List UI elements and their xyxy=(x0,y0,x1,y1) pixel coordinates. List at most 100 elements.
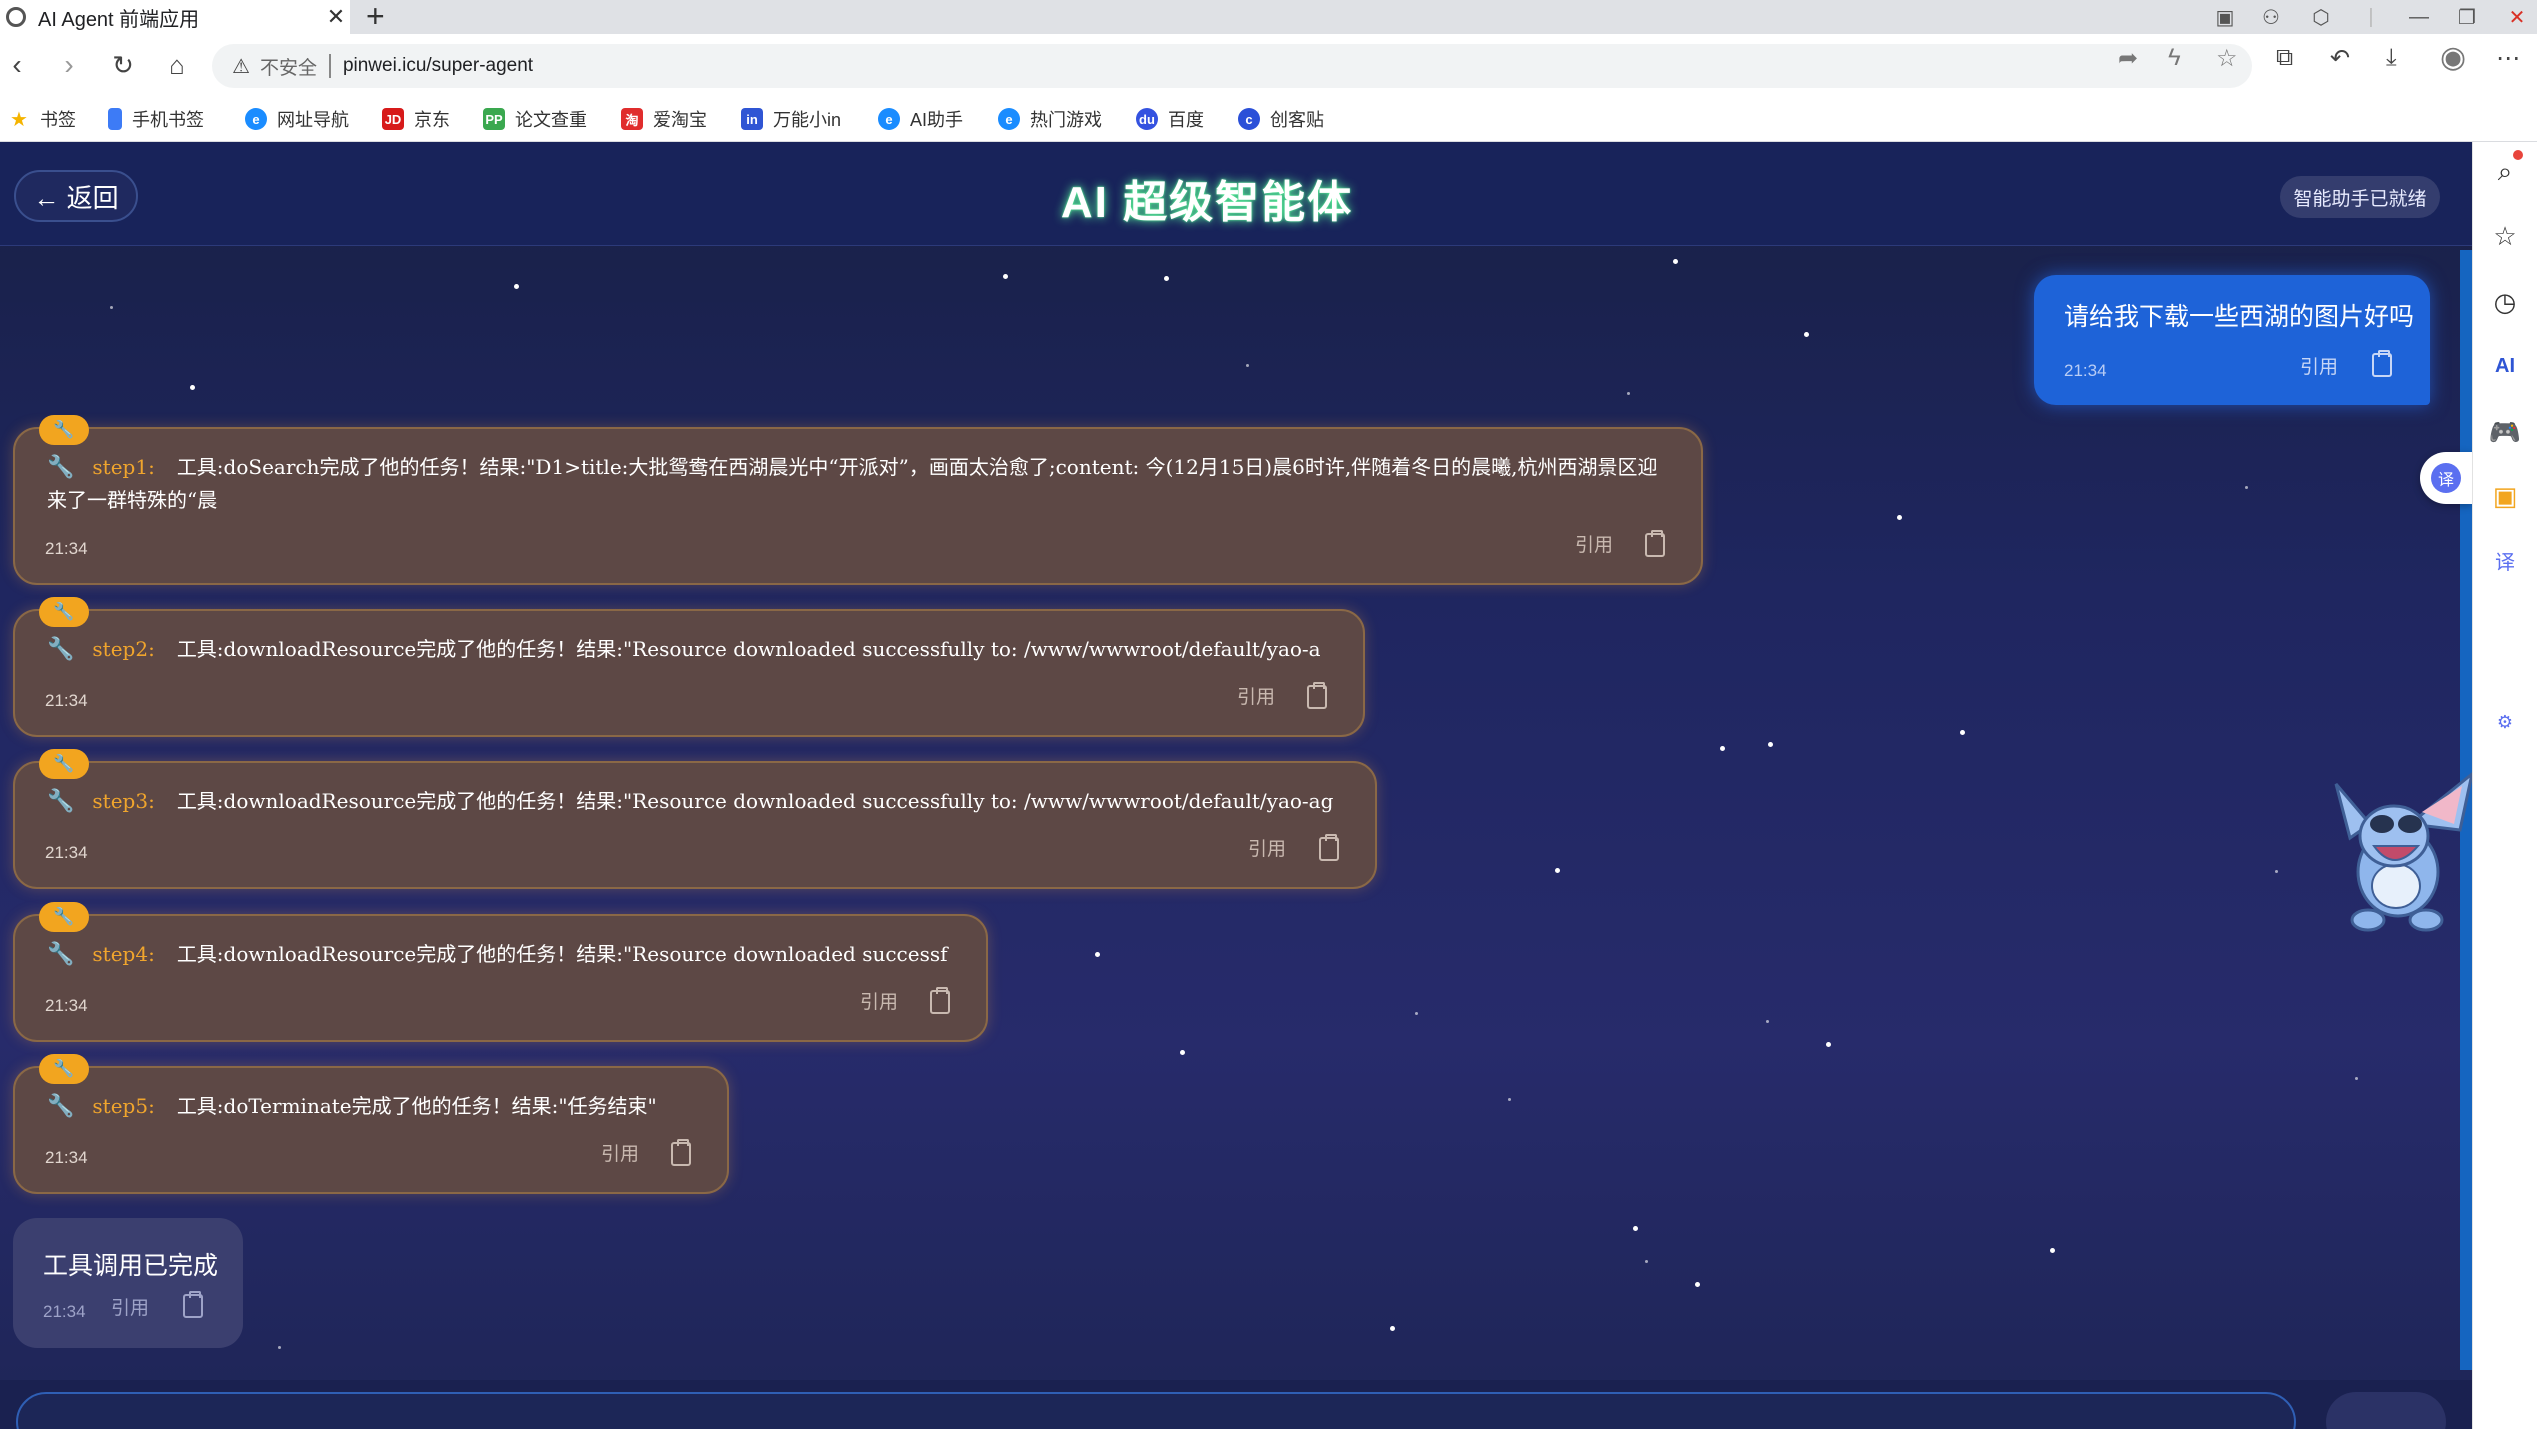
favorites-star-icon[interactable]: ☆ xyxy=(2485,216,2525,256)
ai-icon[interactable]: AI xyxy=(2485,346,2525,386)
mobile-bookmark-icon xyxy=(108,108,122,130)
message-time: 21:34 xyxy=(45,1148,88,1167)
bookmark-label: 网址导航 xyxy=(277,110,349,130)
bookmark-item[interactable]: PP 论文查重 xyxy=(483,104,587,134)
minimize-icon[interactable]: — xyxy=(2402,0,2436,34)
cite-button[interactable]: 引用 xyxy=(111,1293,149,1320)
copy-button[interactable] xyxy=(1319,834,1339,861)
incognito-icon[interactable]: ⚇ xyxy=(2256,0,2286,34)
address-url[interactable]: pinwei.icu/super-agent xyxy=(343,55,533,77)
bookmark-item[interactable]: 手机书签 xyxy=(108,104,204,134)
cite-button[interactable]: 引用 xyxy=(1575,530,1613,557)
step-label: step4: xyxy=(92,942,155,966)
lightning-icon[interactable]: ϟ xyxy=(2168,44,2181,72)
status-badge: 智能助手已就绪 xyxy=(2280,176,2440,218)
address-divider xyxy=(328,54,331,78)
wrench-icon: 🔧 xyxy=(39,902,89,932)
step-text: 工具:downloadResource完成了他的任务！结果:"Resource … xyxy=(176,942,948,966)
browser-tab-active[interactable]: AI Agent 前端应用 ✕ xyxy=(0,0,350,34)
bookmark-item[interactable]: e AI助手 xyxy=(878,104,963,134)
taobao-icon: 淘 xyxy=(621,108,643,130)
tab-close-icon[interactable]: ✕ xyxy=(322,4,350,30)
extensions-puzzle-icon[interactable]: ⧉ xyxy=(2276,44,2293,72)
clipboard-icon xyxy=(671,1139,691,1166)
app-header: ← 返回 AI 超级智能体 智能助手已就绪 xyxy=(0,142,2472,246)
copy-button[interactable] xyxy=(1307,682,1327,709)
step-text: 工具:downloadResource完成了他的任务！结果:"Resource … xyxy=(176,637,1321,661)
chat-input[interactable] xyxy=(16,1392,2296,1429)
cite-button[interactable]: 引用 xyxy=(860,987,898,1014)
address-bar[interactable]: ⚠ 不安全 pinwei.icu/super-agent xyxy=(212,44,2252,88)
share-icon[interactable]: ➦ xyxy=(2118,44,2138,73)
undo-icon[interactable]: ↶ xyxy=(2330,44,2350,73)
gamepad-icon[interactable]: 🎮 xyxy=(2485,412,2525,452)
wrench-icon: 🔧 xyxy=(39,415,89,445)
mascot-sticker[interactable] xyxy=(2330,754,2472,944)
chat-input-area xyxy=(0,1380,2472,1429)
bookmark-item[interactable]: ★ 书签 xyxy=(8,104,76,134)
extensions-icon[interactable]: ⬡ xyxy=(2306,0,2336,34)
bookmark-item[interactable]: in 万能小in xyxy=(741,104,841,134)
more-menu-icon[interactable]: ⋯ xyxy=(2496,44,2520,73)
restore-icon[interactable]: ❐ xyxy=(2450,0,2484,34)
clipboard-icon xyxy=(1307,682,1327,709)
star-decoration xyxy=(2275,870,2278,873)
bookmark-label: 手机书签 xyxy=(132,110,204,130)
reload-icon[interactable]: ↻ xyxy=(106,48,140,82)
back-nav-icon[interactable]: ‹ xyxy=(0,48,34,82)
bookmark-item[interactable]: du 百度 xyxy=(1136,104,1204,134)
star-decoration xyxy=(514,284,519,289)
cite-button[interactable]: 引用 xyxy=(1237,682,1275,709)
translate-icon: 译 xyxy=(2431,463,2461,493)
profile-avatar-icon[interactable]: ◉ xyxy=(2440,40,2466,75)
side-widget-icon[interactable]: ⚙ xyxy=(2485,702,2525,742)
translate-float-button[interactable]: 译 xyxy=(2420,452,2472,504)
download-icon[interactable]: ⤓ xyxy=(2386,44,2397,72)
window-divider: | xyxy=(2368,5,2374,28)
cite-button[interactable]: 引用 xyxy=(601,1139,639,1166)
briefcase-icon[interactable]: ▣ xyxy=(2485,476,2525,516)
bookmark-label: 百度 xyxy=(1168,110,1204,130)
ai-message: 工具调用已完成 21:34 引用 xyxy=(13,1218,243,1348)
star-decoration xyxy=(1627,392,1630,395)
bookmark-item[interactable]: e 热门游戏 xyxy=(998,104,1102,134)
copy-button[interactable] xyxy=(930,987,950,1014)
home-icon[interactable]: ⌂ xyxy=(160,48,194,82)
tool-step-message: 🔧 🔧 step2: 工具:downloadResource完成了他的任务！结果:"… xyxy=(13,597,1365,737)
copy-button[interactable] xyxy=(1645,530,1665,557)
translate-icon[interactable]: 译 xyxy=(2485,540,2525,580)
copy-button[interactable] xyxy=(671,1139,691,1166)
clipboard-icon xyxy=(1645,530,1665,557)
app-page: ← 返回 AI 超级智能体 智能助手已就绪 请给我下载一些西湖的图片好吗 21:… xyxy=(0,142,2472,1429)
star-decoration xyxy=(1804,332,1809,337)
star-icon: ★ xyxy=(10,108,28,131)
bookmark-item[interactable]: c 创客贴 xyxy=(1238,104,1324,134)
forward-nav-icon[interactable]: › xyxy=(52,48,86,82)
copy-button[interactable] xyxy=(2372,350,2392,377)
bookmark-item[interactable]: JD 京东 xyxy=(382,104,450,134)
reading-list-icon[interactable]: ▣ xyxy=(2210,0,2240,34)
cite-button[interactable]: 引用 xyxy=(1248,834,1286,861)
step-content: 🔧 step5: 工具:doTerminate完成了他的任务！结果:"任务结束" xyxy=(47,1090,697,1123)
star-decoration xyxy=(1095,952,1100,957)
star-decoration xyxy=(1633,1226,1638,1231)
bookmark-item[interactable]: e 网址导航 xyxy=(245,104,349,134)
bookmark-label: 论文查重 xyxy=(515,110,587,130)
bookmark-label: 创客贴 xyxy=(1270,110,1324,130)
copy-button[interactable] xyxy=(183,1291,203,1318)
insecure-label: 不安全 xyxy=(259,57,317,79)
wrench-icon: 🔧 xyxy=(47,637,75,662)
bookmark-item[interactable]: 淘 爱淘宝 xyxy=(621,104,707,134)
new-tab-button[interactable]: + xyxy=(366,0,385,35)
wrench-icon: 🔧 xyxy=(39,597,89,627)
browser-tab-bar: AI Agent 前端应用 ✕ + ▣ ⚇ ⬡ | — ❐ ✕ xyxy=(0,0,2537,34)
close-window-icon[interactable]: ✕ xyxy=(2500,0,2534,34)
star-decoration xyxy=(1415,1012,1418,1015)
history-clock-icon[interactable]: ◷ xyxy=(2485,282,2525,322)
cite-button[interactable]: 引用 xyxy=(2300,352,2338,379)
send-button[interactable] xyxy=(2326,1392,2446,1429)
bookmark-label: 万能小in xyxy=(773,110,842,130)
bookmark-label: 爱淘宝 xyxy=(653,110,707,130)
bookmark-star-icon[interactable]: ☆ xyxy=(2216,44,2238,73)
step-text: 工具:downloadResource完成了他的任务！结果:"Resource … xyxy=(176,789,1334,813)
